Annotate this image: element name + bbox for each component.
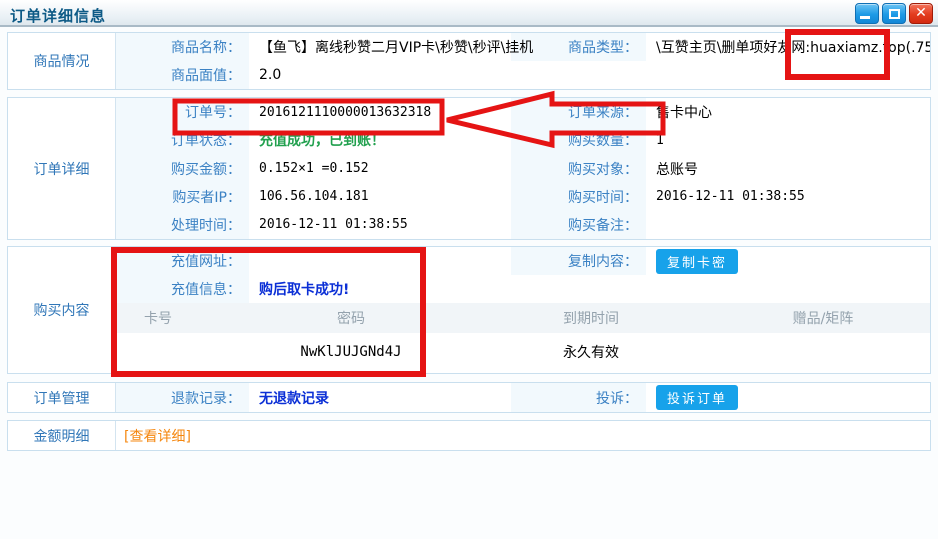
window-controls: ✕	[855, 3, 933, 24]
card-pass-header: 密码	[236, 308, 466, 328]
product-name-value: 【鱼飞】离线秒赞二月VIP卡\秒赞\秒评\挂机	[249, 33, 511, 61]
page-title: 订单详细信息	[10, 5, 106, 26]
section-product-label: 商品情况	[8, 33, 116, 89]
refund-record-value: 无退款记录	[249, 383, 511, 412]
close-button[interactable]: ✕	[909, 3, 933, 24]
section-product: 商品情况 商品名称： 【鱼飞】离线秒赞二月VIP卡\秒赞\秒评\挂机 商品类型：…	[7, 32, 931, 90]
order-amount-label: 购买金额：	[116, 154, 249, 182]
order-remark-value	[646, 211, 930, 239]
section-manage-label: 订单管理	[8, 383, 116, 412]
order-status-label: 订单状态：	[116, 126, 249, 154]
section-purchase-label: 购买内容	[8, 247, 116, 373]
copy-card-button[interactable]: 复制卡密	[656, 249, 738, 274]
order-remark-label: 购买备注：	[511, 211, 646, 239]
order-target-value: 总账号	[646, 154, 930, 182]
card-expire-header: 到期时间	[466, 308, 716, 328]
order-proctime-value: 2016-12-11 01:38:55	[249, 211, 511, 239]
order-no-value: 2016121110000013632318	[249, 98, 511, 126]
title-bar: 订单详细信息 ✕	[0, 0, 938, 27]
recharge-url-label: 充值网址：	[116, 247, 249, 275]
product-name-label: 商品名称：	[116, 33, 249, 61]
close-icon: ✕	[910, 4, 932, 23]
card-table-row: NwKlJUJGNd4J 永久有效	[116, 333, 930, 371]
product-type-value: \互赞主页\删单项好友网:huaxiamz.top(.7517	[646, 33, 930, 61]
order-source-label: 订单来源：	[511, 98, 646, 126]
recharge-info-label: 充值信息：	[116, 275, 249, 303]
order-source-value: 售卡中心	[646, 98, 930, 126]
view-detail-link[interactable]: [查看详细]	[116, 426, 191, 446]
maximize-icon	[889, 9, 900, 19]
complain-order-button[interactable]: 投诉订单	[656, 385, 738, 410]
order-amount-value: 0.152×1 =0.152	[249, 154, 511, 182]
section-order-label: 订单详细	[8, 98, 116, 239]
card-no-header: 卡号	[116, 308, 236, 328]
minimize-icon	[860, 16, 870, 19]
section-manage: 订单管理 退款记录： 无退款记录 投诉： 投诉订单	[7, 382, 931, 413]
section-amount-label: 金额明细	[8, 421, 116, 450]
recharge-info-value: 购后取卡成功!	[249, 275, 930, 303]
refund-record-label: 退款记录：	[116, 383, 249, 412]
order-buytime-value: 2016-12-11 01:38:55	[646, 183, 930, 211]
order-ip-label: 购买者IP：	[116, 183, 249, 211]
product-face-value: 2.0	[249, 61, 511, 89]
minimize-button[interactable]	[855, 3, 879, 24]
copy-content-label: 复制内容：	[511, 247, 646, 275]
section-order: 订单详细 订单号： 2016121110000013632318 订单来源： 售…	[7, 97, 931, 240]
recharge-url-value	[249, 247, 511, 275]
section-purchase: 购买内容 充值网址： 复制内容： 复制卡密 充值信息： 购后取卡成功! 卡号 密…	[7, 246, 931, 374]
order-no-label: 订单号：	[116, 98, 249, 126]
complaint-label: 投诉：	[511, 383, 646, 412]
card-table-header: 卡号 密码 到期时间 赠品/矩阵	[116, 303, 930, 333]
order-target-label: 购买对象：	[511, 154, 646, 182]
order-proctime-label: 处理时间：	[116, 211, 249, 239]
order-status-value: 充值成功，已到账！	[249, 126, 511, 154]
product-face-label: 商品面值：	[116, 61, 249, 89]
maximize-button[interactable]	[882, 3, 906, 24]
card-pass-value: NwKlJUJGNd4J	[236, 344, 466, 360]
section-amount: 金额明细 [查看详细]	[7, 420, 931, 451]
order-ip-value: 106.56.104.181	[249, 183, 511, 211]
order-buytime-label: 购买时间：	[511, 183, 646, 211]
order-qty-value: 1	[646, 126, 930, 154]
order-qty-label: 购买数量：	[511, 126, 646, 154]
card-gift-header: 赠品/矩阵	[716, 308, 930, 328]
card-expire-value: 永久有效	[466, 342, 716, 362]
